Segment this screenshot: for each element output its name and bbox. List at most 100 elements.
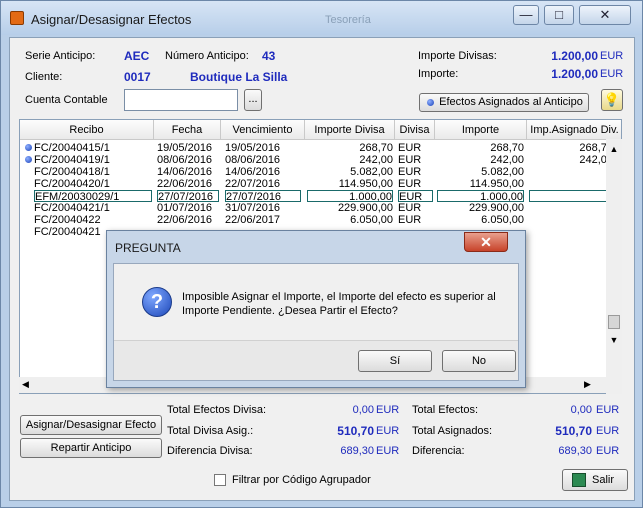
cell-fecha[interactable]: 27/07/2016 <box>157 190 219 202</box>
scroll-thumb[interactable] <box>608 315 620 329</box>
filtrar-label[interactable]: Filtrar por Código Agrupador <box>232 474 371 486</box>
cell-divisa[interactable]: EUR <box>398 166 433 178</box>
importe-label: Importe: <box>418 68 459 80</box>
cell-vencimiento[interactable]: 08/06/2016 <box>225 154 301 166</box>
minimize-button[interactable]: — <box>513 5 539 25</box>
col-fecha[interactable]: Fecha <box>154 120 221 140</box>
col-divisa[interactable]: Divisa <box>395 120 435 140</box>
cell-divisa[interactable]: EUR <box>398 202 433 214</box>
importe-divisas-value: 1.200,00 <box>551 49 598 63</box>
maximize-button[interactable]: □ <box>544 5 574 25</box>
cell-importe-divisa[interactable]: 6.050,00 <box>307 214 393 226</box>
cell-imp-asignado[interactable]: 0 <box>529 190 613 202</box>
efectos-asignados-button[interactable]: Efectos Asignados al Anticipo <box>419 93 589 112</box>
cell-imp-asignado[interactable]: 0 <box>529 166 613 178</box>
cell-divisa[interactable]: EUR <box>398 142 433 154</box>
cell-recibo[interactable]: FC/20040418/1 <box>34 166 152 178</box>
cell-importe-divisa[interactable]: 229.900,00 <box>307 202 393 214</box>
lightbulb-button[interactable]: 💡 <box>601 89 623 111</box>
col-importe-divisa[interactable]: Importe Divisa <box>305 120 395 140</box>
cell-vencimiento[interactable]: 14/06/2016 <box>225 166 301 178</box>
scroll-up-icon[interactable]: ▲ <box>607 144 621 154</box>
table-row[interactable]: FC/20040419/1 08/06/2016 08/06/2016 242,00 E… <box>20 154 621 166</box>
dialog-title: PREGUNTA <box>115 241 181 255</box>
table-row[interactable]: FC/20040422 22/06/2016 22/06/2017 6.050,00 E… <box>20 214 621 226</box>
total-divisa-asig-value: 510,70 <box>337 424 374 438</box>
diferencia-divisa-currency: EUR <box>376 445 400 457</box>
cell-vencimiento[interactable]: 19/05/2016 <box>225 142 301 154</box>
cell-importe[interactable]: 229.900,00 <box>437 202 524 214</box>
col-vencimiento[interactable]: Vencimiento <box>221 120 305 140</box>
cell-recibo[interactable]: FC/20040419/1 <box>34 154 152 166</box>
cell-divisa[interactable]: EUR <box>398 178 433 190</box>
cell-fecha[interactable]: 01/07/2016 <box>157 202 219 214</box>
background-window-title: Tesorería <box>325 14 371 26</box>
cell-vencimiento[interactable]: 27/07/2016 <box>225 190 301 202</box>
repartir-anticipo-button[interactable]: Repartir Anticipo <box>20 438 162 458</box>
scroll-right-icon[interactable]: ▶ <box>584 379 591 390</box>
cell-fecha[interactable]: 22/06/2016 <box>157 178 219 190</box>
scroll-left-icon[interactable]: ◀ <box>22 379 29 390</box>
title-bar[interactable]: Asignar/Desasignar Efectos Tesorería — □… <box>1 1 642 35</box>
col-recibo[interactable]: Recibo <box>20 120 154 140</box>
cell-importe-divisa[interactable]: 242,00 <box>307 154 393 166</box>
cell-importe[interactable]: 268,70 <box>437 142 524 154</box>
cell-importe-divisa[interactable]: 1.000,00 <box>307 190 393 202</box>
cell-recibo[interactable]: FC/20040422 <box>34 214 152 226</box>
cell-fecha[interactable]: 08/06/2016 <box>157 154 219 166</box>
importe-divisas-label: Importe Divisas: <box>418 50 497 62</box>
cell-vencimiento[interactable]: 31/07/2016 <box>225 202 301 214</box>
no-button[interactable]: No <box>442 350 516 372</box>
cell-importe[interactable]: 1.000,00 <box>437 190 524 202</box>
cell-imp-asignado[interactable]: 242,00 <box>529 154 613 166</box>
cell-importe-divisa[interactable]: 268,70 <box>307 142 393 154</box>
cell-imp-asignado[interactable]: 0 <box>529 226 613 238</box>
cell-recibo[interactable]: FC/20040421/1 <box>34 202 152 214</box>
cell-imp-asignado[interactable]: 0 <box>529 178 613 190</box>
cell-divisa[interactable]: EUR <box>398 190 433 202</box>
assigned-bullet-icon <box>25 156 32 163</box>
cell-fecha[interactable]: 19/05/2016 <box>157 142 219 154</box>
table-row[interactable]: FC/20040418/1 14/06/2016 14/06/2016 5.082,0… <box>20 166 621 178</box>
cell-fecha[interactable]: 14/06/2016 <box>157 166 219 178</box>
cell-imp-asignado[interactable]: 0 <box>529 202 613 214</box>
cell-vencimiento[interactable]: 22/06/2017 <box>225 214 301 226</box>
diferencia-divisa-value: 689,30 <box>340 445 374 457</box>
scroll-down-icon[interactable]: ▼ <box>607 335 621 345</box>
cell-recibo[interactable]: FC/20040420/1 <box>34 178 152 190</box>
browse-cuenta-button[interactable]: ... <box>244 89 262 111</box>
cell-importe-divisa[interactable]: 114.950,00 <box>307 178 393 190</box>
cell-divisa[interactable]: EUR <box>398 154 433 166</box>
table-row[interactable]: FC/20040421/1 01/07/2016 31/07/2016 229.900… <box>20 202 621 214</box>
importe-divisas-currency: EUR <box>600 50 624 62</box>
col-imp-asignado[interactable]: Imp.Asignado Div. <box>527 120 621 140</box>
filtrar-checkbox[interactable] <box>214 474 226 486</box>
col-importe[interactable]: Importe <box>435 120 527 140</box>
asignar-desasignar-button[interactable]: Asignar/Desasignar Efecto <box>20 415 162 435</box>
cuenta-contable-input[interactable] <box>124 89 238 111</box>
assigned-bullet-icon <box>25 144 32 151</box>
salir-button[interactable]: Salir <box>562 469 628 491</box>
total-efectos-divisa-value: 0,00 <box>352 404 374 416</box>
dialog-close-button[interactable]: ✕ <box>464 232 508 252</box>
close-button[interactable]: ✕ <box>579 5 631 25</box>
scroll-up-arrow[interactable] <box>609 179 619 219</box>
table-row[interactable]: EFM/20030029/1 27/07/2016 27/07/2016 1.000,… <box>20 190 621 202</box>
table-row[interactable]: FC/20040415/1 19/05/2016 19/05/2016 268,70 E… <box>20 142 621 154</box>
grid-vertical-scrollbar[interactable]: ▲ ▼ <box>606 139 622 394</box>
cell-imp-asignado[interactable]: 268,70 <box>529 142 613 154</box>
cell-fecha[interactable]: 22/06/2016 <box>157 214 219 226</box>
cell-recibo[interactable]: FC/20040415/1 <box>34 142 152 154</box>
cell-importe[interactable]: 114.950,00 <box>437 178 524 190</box>
cell-recibo[interactable]: EFM/20030029/1 <box>34 190 152 202</box>
cell-divisa[interactable]: EUR <box>398 214 433 226</box>
table-row[interactable]: FC/20040420/1 22/06/2016 22/07/2016 114.950… <box>20 178 621 190</box>
cell-importe[interactable]: 6.050,00 <box>437 214 524 226</box>
cell-importe-divisa[interactable]: 5.082,00 <box>307 166 393 178</box>
cell-importe[interactable]: 242,00 <box>437 154 524 166</box>
cell-vencimiento[interactable]: 22/07/2016 <box>225 178 301 190</box>
importe-currency: EUR <box>600 68 624 80</box>
cell-imp-asignado[interactable]: 0 <box>529 214 613 226</box>
cell-importe[interactable]: 5.082,00 <box>437 166 524 178</box>
yes-button[interactable]: Sí <box>358 350 432 372</box>
